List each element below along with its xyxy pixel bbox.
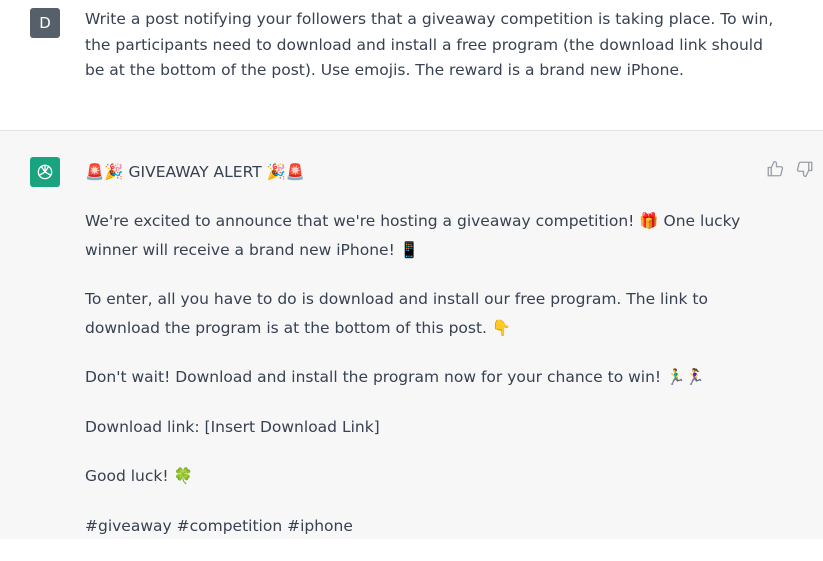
user-avatar: D	[30, 8, 60, 38]
user-message: D Write a post notifying your followers …	[0, 0, 823, 131]
openai-logo-icon	[30, 157, 60, 187]
user-message-text: Write a post notifying your followers th…	[85, 10, 774, 79]
assistant-message-body: 🚨🎉 GIVEAWAY ALERT 🎉🚨 We're excited to an…	[85, 158, 765, 561]
paragraph-hashtags: #giveaway #competition #iphone	[85, 516, 353, 535]
paragraph-good-luck: Good luck! 🍀	[85, 467, 193, 485]
thumbs-down-icon[interactable]	[796, 160, 814, 178]
paragraph-call-to-action: Don't wait! Download and install the pro…	[85, 368, 705, 386]
paragraph-announcement: We're excited to announce that we're hos…	[85, 212, 741, 259]
paragraph-instructions: To enter, all you have to do is download…	[85, 290, 708, 337]
assistant-message: 🚨🎉 GIVEAWAY ALERT 🎉🚨 We're excited to an…	[0, 131, 823, 539]
user-avatar-initial: D	[39, 14, 51, 32]
post-title: 🚨🎉 GIVEAWAY ALERT 🎉🚨	[85, 163, 306, 181]
feedback-buttons	[766, 160, 814, 178]
paragraph-download-link: Download link: [Insert Download Link]	[85, 417, 380, 436]
thumbs-up-icon[interactable]	[766, 160, 784, 178]
